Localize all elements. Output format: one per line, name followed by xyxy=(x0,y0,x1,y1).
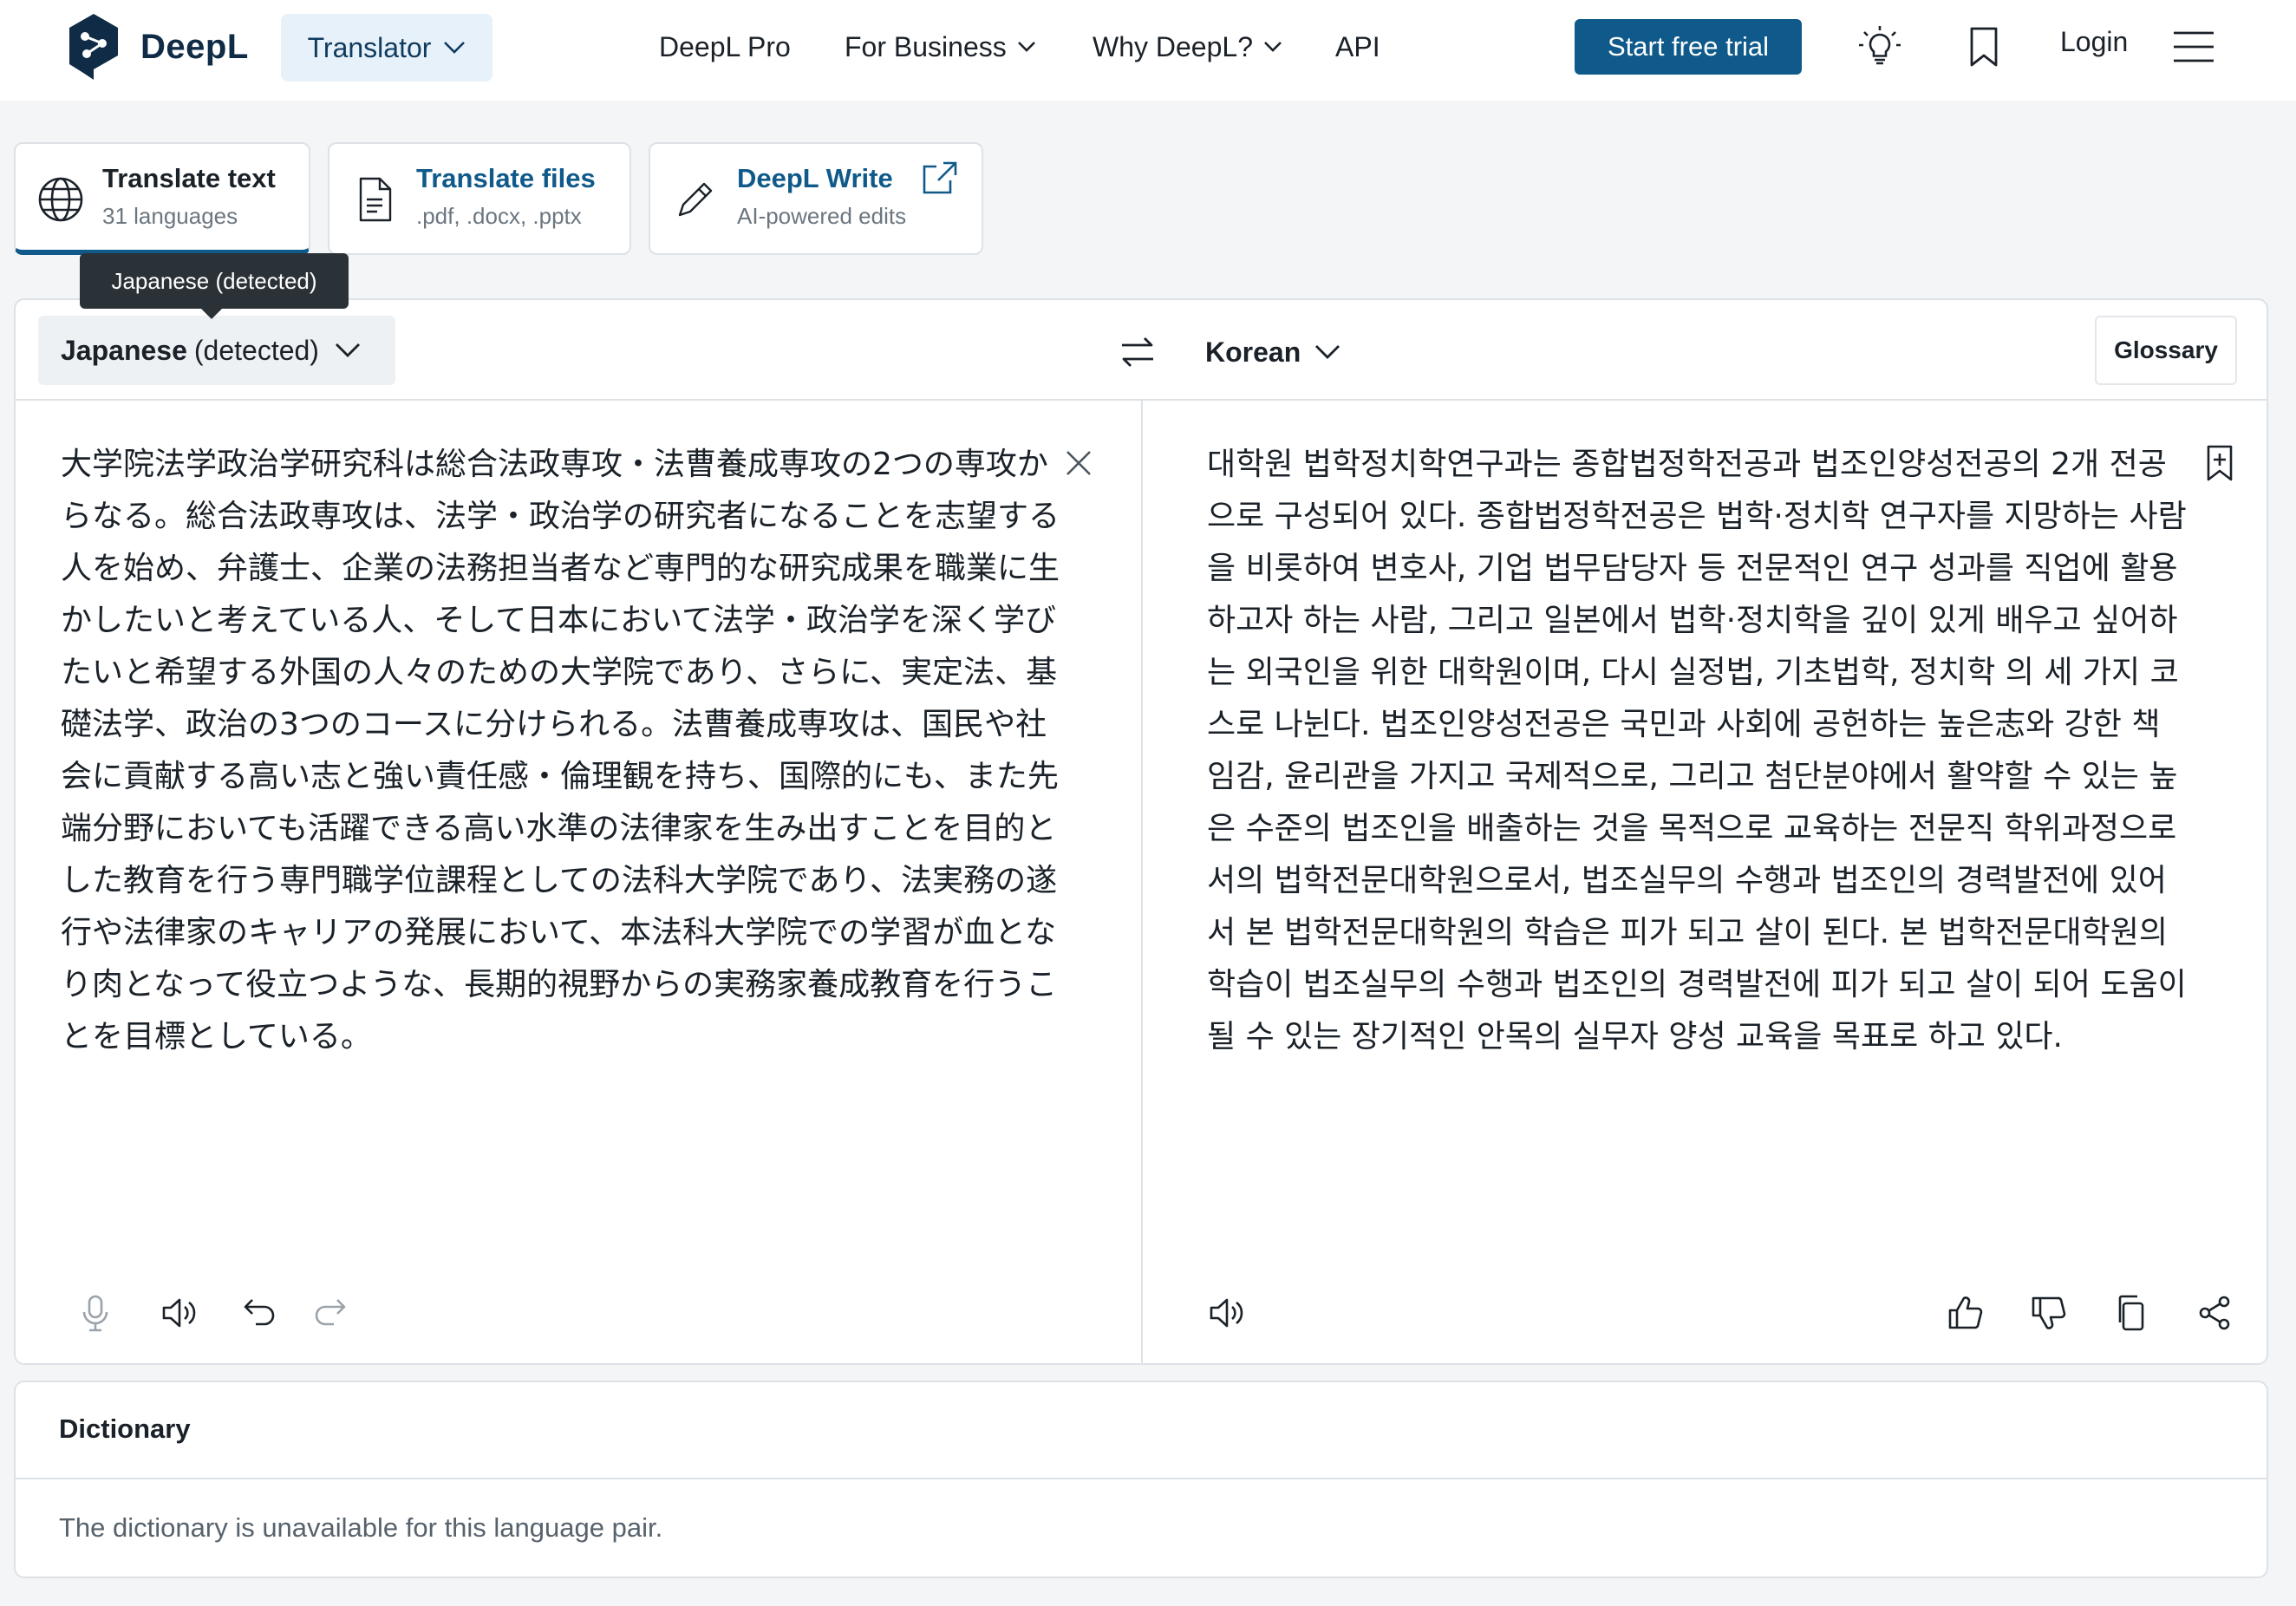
thumbs-down-icon xyxy=(2032,1296,2066,1329)
saved-translations-button[interactable] xyxy=(1958,21,2010,73)
logo-text: DeepL xyxy=(140,27,249,66)
like-translation-button[interactable] xyxy=(1939,1287,1991,1339)
source-language-selector[interactable]: Japanese (detected) xyxy=(38,316,395,385)
copy-translation-button[interactable] xyxy=(2105,1287,2157,1339)
deepl-logo-icon xyxy=(69,14,118,80)
panel-divider-vertical xyxy=(1141,399,1143,1365)
tab-translate-files-title: Translate files xyxy=(416,163,596,193)
thumbs-up-icon xyxy=(1948,1296,1983,1329)
chevron-down-icon xyxy=(1264,42,1282,52)
bookmark-add-icon xyxy=(2207,445,2233,481)
undo-icon xyxy=(244,1299,275,1326)
glossary-button[interactable]: Glossary xyxy=(2095,316,2237,385)
source-language-name: Japanese xyxy=(61,334,187,366)
source-text-input[interactable]: 大学院法学政治学研究科は総合法政専攻・法曹養成専攻の2つの専攻からなる。総合法政… xyxy=(61,439,1077,1063)
share-translation-button[interactable] xyxy=(2188,1287,2241,1339)
hamburger-menu-icon xyxy=(2174,31,2214,62)
tab-deepl-write[interactable]: DeepL Write AI-powered edits xyxy=(649,142,983,255)
nav-why-deepl[interactable]: Why DeepL? xyxy=(1093,24,1282,69)
target-language-name: Korean xyxy=(1205,336,1301,368)
chevron-down-icon xyxy=(1017,42,1035,52)
dislike-translation-button[interactable] xyxy=(2022,1287,2074,1339)
listen-translation-button[interactable] xyxy=(1200,1287,1252,1339)
document-icon xyxy=(359,177,392,222)
share-icon xyxy=(2199,1296,2230,1330)
chevron-down-icon xyxy=(1315,345,1340,359)
deepl-logo[interactable]: DeepL xyxy=(66,12,249,82)
external-link-icon xyxy=(923,161,957,194)
tab-translate-text-title: Translate text xyxy=(102,163,276,193)
swap-languages-button[interactable] xyxy=(1112,326,1164,378)
microphone-icon xyxy=(82,1295,108,1332)
dictionary-title: Dictionary xyxy=(59,1413,191,1444)
nav-for-business-label: For Business xyxy=(845,30,1007,62)
tab-translate-text[interactable]: Translate text 31 languages xyxy=(14,142,310,255)
chevron-down-icon xyxy=(335,343,360,357)
translator-panel: Japanese (detected) Korean Glossary 大学院法… xyxy=(14,298,2268,1365)
speaker-icon xyxy=(162,1298,196,1328)
copy-icon xyxy=(2118,1295,2144,1331)
redo-icon xyxy=(315,1299,346,1326)
nav-why-deepl-label: Why DeepL? xyxy=(1093,30,1253,62)
nav-api[interactable]: API xyxy=(1335,24,1380,69)
lightbulb-icon xyxy=(1859,26,1901,65)
start-free-trial-button[interactable]: Start free trial xyxy=(1575,19,1802,75)
detected-language-tooltip: Japanese (detected) xyxy=(80,253,349,319)
top-header: DeepL Translator DeepL Pro For Business … xyxy=(0,0,2296,101)
redo-button[interactable] xyxy=(303,1287,355,1339)
dictionary-divider xyxy=(16,1478,2267,1479)
tab-translate-files[interactable]: Translate files .pdf, .docx, .pptx xyxy=(328,142,631,255)
translator-label: Translator xyxy=(307,31,432,63)
swap-arrows-icon xyxy=(1122,337,1153,367)
theme-toggle-button[interactable] xyxy=(1854,21,1906,73)
listen-source-button[interactable] xyxy=(153,1287,205,1339)
dictionary-message: The dictionary is unavailable for this l… xyxy=(59,1512,663,1543)
voice-input-button[interactable] xyxy=(69,1287,121,1339)
globe-icon xyxy=(38,177,83,222)
close-icon xyxy=(1066,451,1091,475)
translator-menu-button[interactable]: Translator xyxy=(281,14,492,82)
translated-text-output[interactable]: 대학원 법학정치학연구과는 종합법정학전공과 법조인양성전공의 2개 전공으로 … xyxy=(1207,439,2188,1063)
dictionary-panel: Dictionary The dictionary is unavailable… xyxy=(14,1381,2268,1578)
nav-api-label: API xyxy=(1335,30,1380,62)
tab-translate-files-subtitle: .pdf, .docx, .pptx xyxy=(416,203,582,229)
tab-deepl-write-subtitle: AI-powered edits xyxy=(737,203,907,229)
nav-deepl-pro-label: DeepL Pro xyxy=(659,30,791,62)
nav-deepl-pro[interactable]: DeepL Pro xyxy=(659,24,791,69)
pencil-icon xyxy=(678,182,713,217)
target-language-selector[interactable]: Korean xyxy=(1205,326,1340,378)
undo-button[interactable] xyxy=(234,1287,286,1339)
chevron-down-icon xyxy=(444,42,466,54)
login-link[interactable]: Login xyxy=(2060,26,2128,58)
nav-for-business[interactable]: For Business xyxy=(845,24,1036,69)
source-language-detected: (detected) xyxy=(193,334,319,366)
speaker-icon xyxy=(1210,1298,1243,1328)
main-menu-button[interactable] xyxy=(2168,21,2220,73)
tab-translate-text-subtitle: 31 languages xyxy=(102,203,238,229)
save-translation-button[interactable] xyxy=(2194,437,2246,489)
clear-source-button[interactable] xyxy=(1053,437,1105,489)
bookmark-icon xyxy=(1970,27,1998,67)
tab-deepl-write-title: DeepL Write xyxy=(737,163,893,193)
